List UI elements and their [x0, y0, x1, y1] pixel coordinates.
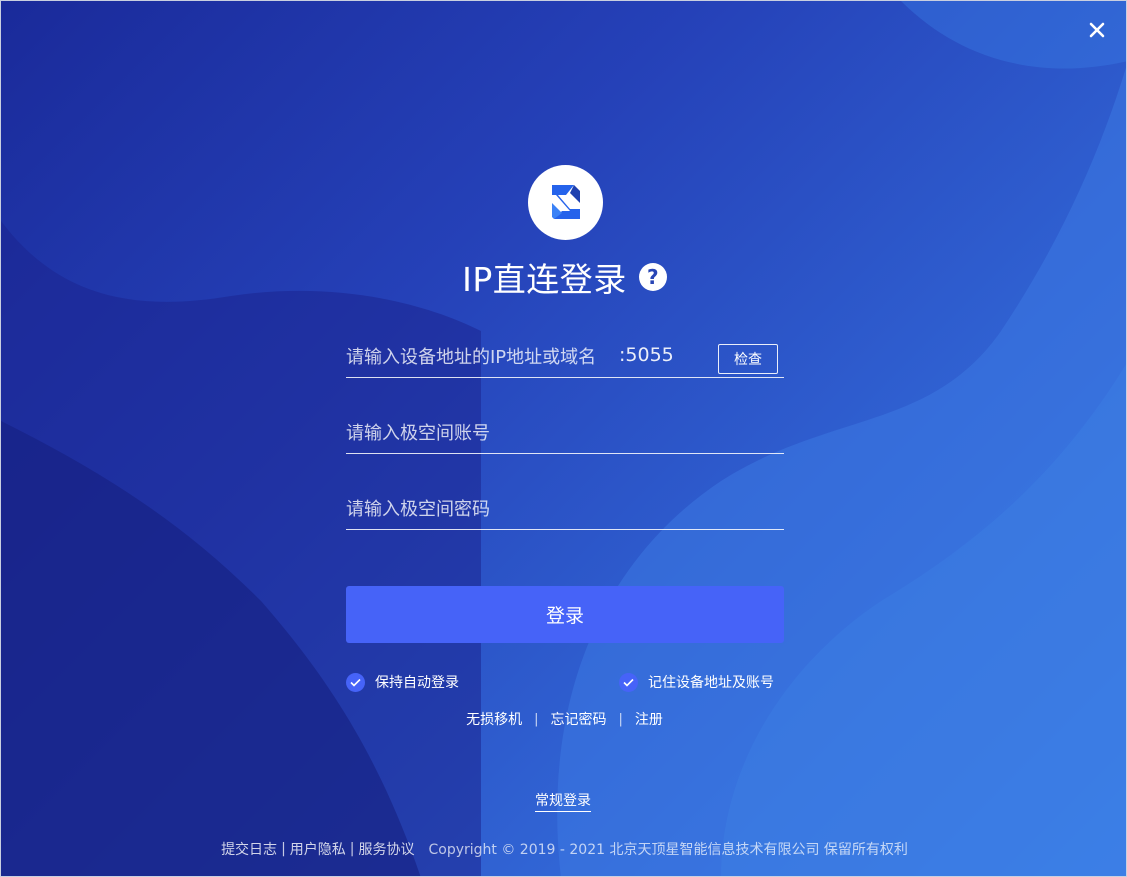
login-button[interactable]: 登录 [346, 586, 784, 643]
auto-login-label: 保持自动登录 [375, 675, 459, 691]
address-input[interactable] [346, 338, 611, 376]
footer: 提交日志 | 用户隐私 | 服务协议 Copyright © 2019 - 20… [1, 839, 1126, 859]
app-logo [528, 165, 603, 240]
address-field: :5055 检查 [346, 338, 784, 378]
password-input[interactable] [346, 490, 784, 528]
page-title: IP直连登录 [462, 260, 627, 299]
footer-separator: | [349, 841, 355, 857]
footer-separator: | [281, 841, 286, 857]
register-link[interactable]: 注册 [635, 709, 663, 729]
account-field [346, 414, 784, 454]
auto-login-checkbox[interactable]: 保持自动登录 [346, 672, 459, 692]
link-separator: | [534, 711, 539, 727]
account-input[interactable] [346, 414, 784, 452]
help-icon[interactable]: ? [638, 263, 667, 291]
remember-checkbox[interactable]: 记住设备地址及账号 [619, 672, 774, 692]
migrate-link[interactable]: 无损移机 [466, 709, 522, 729]
close-button[interactable] [1086, 19, 1108, 41]
link-separator: | [618, 711, 623, 727]
login-window: IP直连登录 ? :5055 检查 登录 保持自动登录 记住设备地址及账号 无损… [0, 0, 1127, 877]
normal-login-link[interactable]: 常规登录 [535, 790, 591, 812]
helper-links: 无损移机 | 忘记密码 | 注册 [1, 709, 1126, 729]
check-button[interactable]: 检查 [718, 344, 778, 374]
submit-log-link[interactable]: 提交日志 [221, 839, 277, 859]
terms-link[interactable]: 服务协议 [359, 839, 415, 859]
password-field [346, 490, 784, 530]
close-icon [1089, 22, 1105, 38]
checkmark-icon [619, 672, 638, 692]
privacy-link[interactable]: 用户隐私 [290, 839, 346, 859]
forgot-password-link[interactable]: 忘记密码 [551, 709, 607, 729]
checkmark-icon [346, 672, 365, 692]
port-label: :5055 [619, 344, 674, 366]
title-row: IP直连登录 ? [1, 253, 1126, 301]
app-logo-icon [551, 184, 580, 219]
copyright-text: Copyright © 2019 - 2021 北京天顶星智能信息技术有限公司 … [428, 842, 908, 858]
remember-label: 记住设备地址及账号 [648, 675, 774, 691]
